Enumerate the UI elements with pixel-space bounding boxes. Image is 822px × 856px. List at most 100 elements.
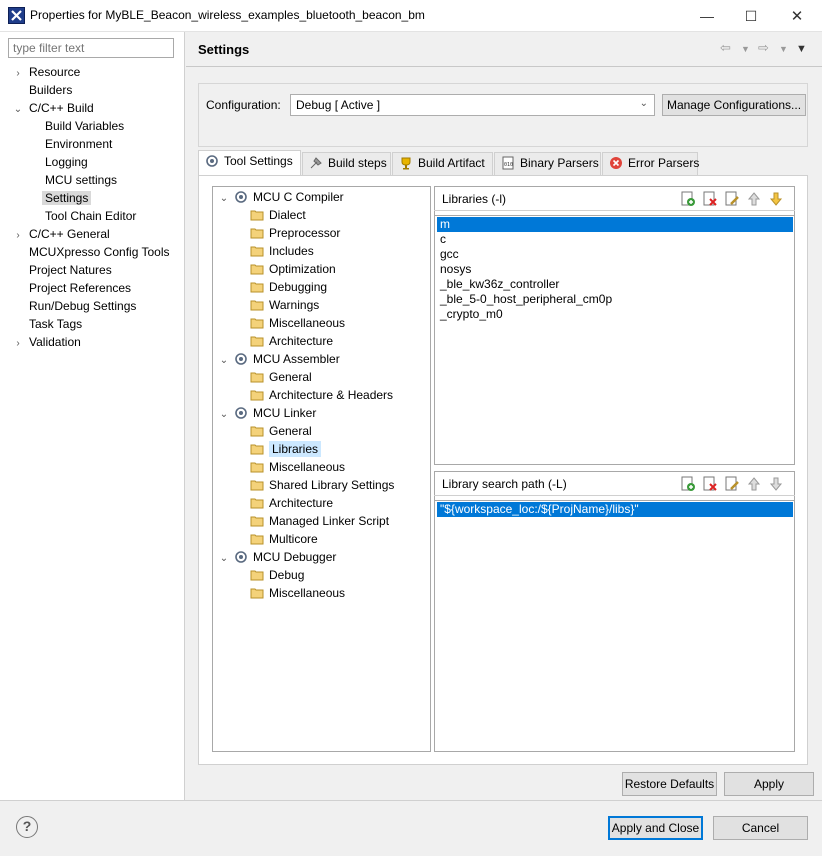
tree-item-settings[interactable]: Settings	[12, 189, 184, 207]
tool-item-libraries[interactable]: Libraries	[218, 440, 428, 458]
view-menu-icon[interactable]: ▼	[796, 43, 807, 55]
tree-item-mcu-settings[interactable]: MCU settings	[12, 171, 184, 189]
configuration-select[interactable]: Debug [ Active ] ⌄	[290, 94, 655, 116]
chevron-down-icon[interactable]: ⌄	[12, 101, 24, 119]
tree-item-environment[interactable]: Environment	[12, 135, 184, 153]
list-item[interactable]: "${workspace_loc:/${ProjName}/libs}"	[437, 502, 793, 517]
edit-icon[interactable]	[724, 476, 740, 492]
back-arrow-icon[interactable]: ⇦	[720, 40, 731, 56]
tab-tool-settings[interactable]: Tool Settings	[198, 150, 301, 176]
tab-build-steps[interactable]: Build steps	[302, 152, 391, 176]
tab-binary-parsers[interactable]: 010 Binary Parsers	[494, 152, 601, 176]
maximize-button[interactable]: ☐	[728, 0, 774, 32]
restore-defaults-button[interactable]: Restore Defaults	[622, 772, 717, 796]
tool-item-miscellaneous[interactable]: Miscellaneous	[218, 314, 428, 332]
tool-item-architecture-headers[interactable]: Architecture & Headers	[218, 386, 428, 404]
tool-item-miscellaneous[interactable]: Miscellaneous	[218, 458, 428, 476]
settings-folder-icon	[250, 318, 264, 329]
tool-item-managed-linker-script[interactable]: Managed Linker Script	[218, 512, 428, 530]
tool-item-general[interactable]: General	[218, 422, 428, 440]
edit-icon[interactable]	[724, 191, 740, 207]
settings-folder-icon	[250, 390, 264, 401]
list-item[interactable]: m	[437, 217, 793, 232]
chevron-down-icon[interactable]: ⌄	[218, 406, 230, 424]
tool-group-mcu-assembler[interactable]: ⌄ MCU Assembler	[218, 350, 428, 368]
minimize-button[interactable]: —	[684, 0, 730, 32]
tool-group-mcu-debugger[interactable]: ⌄ MCU Debugger	[218, 548, 428, 566]
libraries-list[interactable]: m c gcc nosys _ble_kw36z_controller _ble…	[434, 215, 795, 465]
move-down-icon[interactable]	[768, 476, 784, 492]
chevron-down-icon[interactable]: ⌄	[218, 550, 230, 568]
settings-folder-icon	[250, 588, 264, 599]
move-up-icon[interactable]	[746, 191, 762, 207]
tree-item-validation[interactable]: › Validation	[12, 333, 184, 351]
list-item[interactable]: _ble_kw36z_controller	[437, 277, 793, 292]
tool-item-debugging[interactable]: Debugging	[218, 278, 428, 296]
tree-item-cpp-general[interactable]: › C/C++ General	[12, 225, 184, 243]
tool-item-warnings[interactable]: Warnings	[218, 296, 428, 314]
close-button[interactable]: ✕	[774, 0, 820, 32]
filter-input[interactable]	[8, 38, 174, 58]
tool-item-dialect[interactable]: Dialect	[218, 206, 428, 224]
tool-gear-icon	[235, 407, 247, 419]
chevron-right-icon[interactable]: ›	[12, 335, 24, 353]
tool-group-mcu-linker[interactable]: ⌄ MCU Linker	[218, 404, 428, 422]
add-icon[interactable]	[680, 476, 696, 492]
forward-dropdown-icon[interactable]: ▼	[779, 44, 788, 54]
tree-item-tool-chain-editor[interactable]: Tool Chain Editor	[12, 207, 184, 225]
help-icon[interactable]: ?	[16, 816, 38, 838]
tree-item-task-tags[interactable]: Task Tags	[12, 315, 184, 333]
tree-item-builders[interactable]: Builders	[12, 81, 184, 99]
tree-item-project-references[interactable]: Project References	[12, 279, 184, 297]
library-search-list[interactable]: "${workspace_loc:/${ProjName}/libs}"	[434, 500, 795, 752]
delete-icon[interactable]	[702, 476, 718, 492]
list-item[interactable]: c	[437, 232, 793, 247]
tool-item-preprocessor[interactable]: Preprocessor	[218, 224, 428, 242]
library-search-toolbar	[680, 476, 784, 492]
tree-item-resource[interactable]: › Resource	[12, 63, 184, 81]
list-item[interactable]: _ble_5-0_host_peripheral_cm0p	[437, 292, 793, 307]
move-down-icon[interactable]	[768, 191, 784, 207]
delete-icon[interactable]	[702, 191, 718, 207]
tree-item-cpp-build[interactable]: ⌄ C/C++ Build	[12, 99, 184, 117]
tree-item-mcuxpresso-config-tools[interactable]: MCUXpresso Config Tools	[12, 243, 184, 261]
tool-item-includes[interactable]: Includes	[218, 242, 428, 260]
tree-item-build-variables[interactable]: Build Variables	[12, 117, 184, 135]
chevron-down-icon[interactable]: ⌄	[218, 352, 230, 370]
tool-item-shared-library-settings[interactable]: Shared Library Settings	[218, 476, 428, 494]
move-up-icon[interactable]	[746, 476, 762, 492]
tool-item-architecture[interactable]: Architecture	[218, 332, 428, 350]
build-steps-icon	[310, 157, 322, 169]
tab-error-parsers[interactable]: Error Parsers	[602, 152, 699, 176]
tool-item-optimization[interactable]: Optimization	[218, 260, 428, 278]
tool-group-mcu-c-compiler[interactable]: ⌄ MCU C Compiler	[218, 188, 428, 206]
binary-icon: 010	[502, 156, 514, 170]
settings-folder-icon	[250, 282, 264, 293]
list-item[interactable]: _crypto_m0	[437, 307, 793, 322]
manage-configurations-button[interactable]: Manage Configurations...	[662, 94, 806, 116]
tool-item-debug[interactable]: Debug	[218, 566, 428, 584]
tool-settings-icon	[206, 155, 218, 167]
tree-item-logging[interactable]: Logging	[12, 153, 184, 171]
settings-folder-icon	[250, 462, 264, 473]
tree-item-run-debug-settings[interactable]: Run/Debug Settings	[12, 297, 184, 315]
tool-item-miscellaneous[interactable]: Miscellaneous	[218, 584, 428, 602]
list-item[interactable]: nosys	[437, 262, 793, 277]
trophy-icon	[401, 157, 411, 170]
back-dropdown-icon[interactable]: ▼	[741, 44, 750, 54]
tab-build-artifact[interactable]: Build Artifact	[392, 152, 493, 176]
apply-button[interactable]: Apply	[724, 772, 814, 796]
tree-item-project-natures[interactable]: Project Natures	[12, 261, 184, 279]
tool-item-general[interactable]: General	[218, 368, 428, 386]
cancel-button[interactable]: Cancel	[713, 816, 808, 840]
chevron-down-icon[interactable]: ⌄	[218, 190, 230, 208]
settings-folder-icon	[250, 498, 264, 509]
tool-item-architecture[interactable]: Architecture	[218, 494, 428, 512]
add-icon[interactable]	[680, 191, 696, 207]
settings-folder-icon	[250, 336, 264, 347]
libraries-title: Libraries (-l)	[442, 192, 507, 206]
forward-arrow-icon[interactable]: ⇨	[758, 40, 769, 56]
tool-item-multicore[interactable]: Multicore	[218, 530, 428, 548]
list-item[interactable]: gcc	[437, 247, 793, 262]
apply-and-close-button[interactable]: Apply and Close	[608, 816, 703, 840]
